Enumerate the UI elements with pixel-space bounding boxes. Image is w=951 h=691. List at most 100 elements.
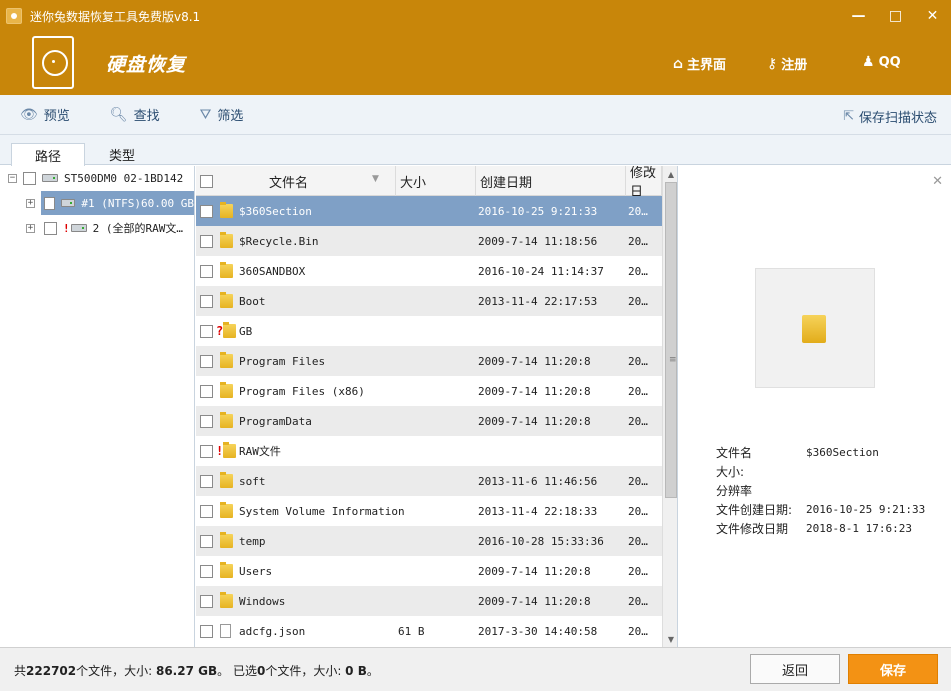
preview-panel: ✕ 文件名 $360Section 大小: 分辨率 文件创建日期: 2016-1… bbox=[679, 166, 951, 647]
table-row[interactable]: temp 2016-10-28 15:33:36 20… bbox=[196, 526, 662, 556]
column-size-header[interactable]: 大小 bbox=[396, 166, 476, 196]
partition-1-checkbox[interactable] bbox=[44, 196, 56, 210]
table-row[interactable]: System Volume Information 2013-11-4 22:18… bbox=[196, 496, 662, 526]
save-button[interactable]: 保存 bbox=[848, 654, 938, 684]
file-name: $Recycle.Bin bbox=[239, 234, 319, 248]
maximize-button[interactable]: □ bbox=[877, 0, 914, 32]
collapse-icon[interactable]: − bbox=[8, 173, 17, 183]
tree-item-disk[interactable]: − ST500DM0 02-1BD142 bbox=[8, 166, 183, 190]
table-row[interactable]: ! RAW文件 bbox=[196, 436, 662, 466]
file-created: 2009-7-14 11:20:8 bbox=[478, 594, 591, 608]
nav-register[interactable]: ⚷ 注册 bbox=[767, 54, 807, 74]
preview-label: 预览 bbox=[43, 109, 70, 124]
file-created: 2009-7-14 11:20:8 bbox=[478, 564, 591, 578]
file-modified: 20… bbox=[628, 624, 648, 638]
row-checkbox[interactable] bbox=[200, 286, 213, 316]
row-checkbox[interactable] bbox=[200, 346, 213, 376]
search-icon: 🔍︎ bbox=[109, 106, 128, 123]
folder-icon bbox=[220, 496, 233, 526]
file-name: Program Files bbox=[239, 354, 326, 368]
column-created-header[interactable]: 创建日期 bbox=[476, 166, 626, 196]
back-button[interactable]: 返回 bbox=[750, 654, 840, 684]
view-tabs: 路径 类型 bbox=[0, 135, 951, 166]
close-button[interactable]: ✕ bbox=[914, 0, 951, 32]
vertical-scrollbar[interactable]: ▲ ≡ ▼ bbox=[662, 166, 677, 647]
brand-title: 硬盘恢复 bbox=[106, 54, 187, 76]
column-name-header[interactable]: 文件名 ▼ bbox=[196, 166, 396, 196]
scroll-thumb[interactable]: ≡ bbox=[665, 182, 677, 498]
row-checkbox[interactable] bbox=[200, 586, 213, 616]
row-checkbox[interactable] bbox=[200, 226, 213, 256]
tree-item-partition-2[interactable]: + ! 2 (全部的RAW文… bbox=[26, 216, 183, 240]
find-button[interactable]: 🔍︎ 查找 bbox=[109, 105, 160, 125]
file-created: 2009-7-14 11:18:56 bbox=[478, 234, 598, 248]
tree-item-partition-1[interactable]: + #1 (NTFS)60.00 GB bbox=[26, 191, 194, 215]
file-created: 2016-10-28 15:33:36 bbox=[478, 534, 604, 548]
row-checkbox[interactable] bbox=[200, 556, 213, 586]
table-row[interactable]: 360SANDBOX 2016-10-24 11:14:37 20… bbox=[196, 256, 662, 286]
preview-button[interactable]: 👁 预览 bbox=[20, 105, 70, 125]
table-row[interactable]: $360Section 2016-10-25 9:21:33 20… bbox=[196, 196, 662, 226]
select-all-checkbox[interactable] bbox=[200, 174, 213, 188]
table-row[interactable]: adcfg.json 61 B 2017-3-30 14:40:58 20… bbox=[196, 616, 662, 646]
table-row[interactable]: soft 2013-11-6 11:46:56 20… bbox=[196, 466, 662, 496]
row-checkbox[interactable] bbox=[200, 316, 213, 346]
disk-label: ST500DM0 02-1BD142 bbox=[64, 171, 184, 185]
filter-button[interactable]: ⛛ 筛选 bbox=[200, 105, 244, 125]
table-row[interactable]: ProgramData 2009-7-14 11:20:8 20… bbox=[196, 406, 662, 436]
file-name: 360SANDBOX bbox=[239, 264, 306, 278]
folder-icon bbox=[220, 376, 233, 406]
table-row[interactable]: Program Files (x86) 2009-7-14 11:20:8 20… bbox=[196, 376, 662, 406]
file-list: 文件名 ▼ 大小 创建日期 修改日 $360Section 2016-10-25 … bbox=[196, 166, 678, 647]
save-scan-label: 保存扫描状态 bbox=[858, 111, 937, 126]
expand-icon[interactable]: + bbox=[26, 198, 35, 208]
file-name: Users bbox=[239, 564, 273, 578]
row-checkbox[interactable] bbox=[200, 616, 213, 646]
row-checkbox[interactable] bbox=[200, 436, 213, 466]
nav-qq[interactable]: ♟ QQ bbox=[862, 54, 901, 70]
column-modified-header[interactable]: 修改日 bbox=[626, 166, 662, 196]
info-resolution: 分辨率 bbox=[716, 484, 753, 498]
table-row[interactable]: Windows 2009-7-14 11:20:8 20… bbox=[196, 586, 662, 616]
info-modified: 文件修改日期 2018-8-1 17:6:23 bbox=[716, 522, 912, 536]
file-name: Windows bbox=[239, 594, 286, 608]
scroll-down-icon[interactable]: ▼ bbox=[663, 631, 677, 647]
minimize-button[interactable]: — bbox=[840, 0, 877, 32]
window-controls: — □ ✕ bbox=[840, 0, 951, 32]
row-checkbox[interactable] bbox=[200, 256, 213, 286]
table-row[interactable]: Users 2009-7-14 11:20:8 20… bbox=[196, 556, 662, 586]
row-checkbox[interactable] bbox=[200, 376, 213, 406]
table-row[interactable]: $Recycle.Bin 2009-7-14 11:18:56 20… bbox=[196, 226, 662, 256]
disk-checkbox[interactable] bbox=[23, 171, 36, 185]
file-modified: 20… bbox=[628, 564, 648, 578]
tab-type[interactable]: 类型 bbox=[85, 143, 159, 165]
total-files: 222702 bbox=[26, 664, 77, 678]
expand-icon[interactable]: + bbox=[26, 223, 35, 233]
nav-qq-label: QQ bbox=[878, 54, 901, 70]
file-icon bbox=[220, 616, 231, 646]
close-preview-icon[interactable]: ✕ bbox=[932, 174, 943, 189]
file-name: Boot bbox=[239, 294, 266, 308]
partition-2-label: 2 (全部的RAW文… bbox=[92, 222, 183, 235]
raw-folder-icon: ! bbox=[216, 436, 237, 466]
file-modified: 20… bbox=[628, 234, 648, 248]
raw-drive-icon bbox=[70, 224, 87, 232]
table-row[interactable]: Boot 2013-11-4 22:17:53 20… bbox=[196, 286, 662, 316]
partition-tree: − ST500DM0 02-1BD142 + #1 (NTFS)60.00 GB… bbox=[0, 166, 195, 647]
row-checkbox[interactable] bbox=[200, 196, 213, 226]
folder-icon bbox=[220, 466, 233, 496]
partition-2-checkbox[interactable] bbox=[44, 221, 57, 235]
column-name-label: 文件名 bbox=[269, 175, 309, 191]
row-checkbox[interactable] bbox=[200, 466, 213, 496]
file-created: 2009-7-14 11:20:8 bbox=[478, 354, 591, 368]
scroll-up-icon[interactable]: ▲ bbox=[663, 166, 677, 182]
row-checkbox[interactable] bbox=[200, 496, 213, 526]
nav-home[interactable]: ⌂ 主界面 bbox=[673, 54, 726, 74]
row-checkbox[interactable] bbox=[200, 406, 213, 436]
save-scan-button[interactable]: ⇱ 保存扫描状态 bbox=[843, 107, 937, 126]
tab-path[interactable]: 路径 bbox=[11, 143, 85, 166]
partition-drive-icon bbox=[61, 199, 76, 207]
table-row[interactable]: ? GB bbox=[196, 316, 662, 346]
table-row[interactable]: Program Files 2009-7-14 11:20:8 20… bbox=[196, 346, 662, 376]
row-checkbox[interactable] bbox=[200, 526, 213, 556]
